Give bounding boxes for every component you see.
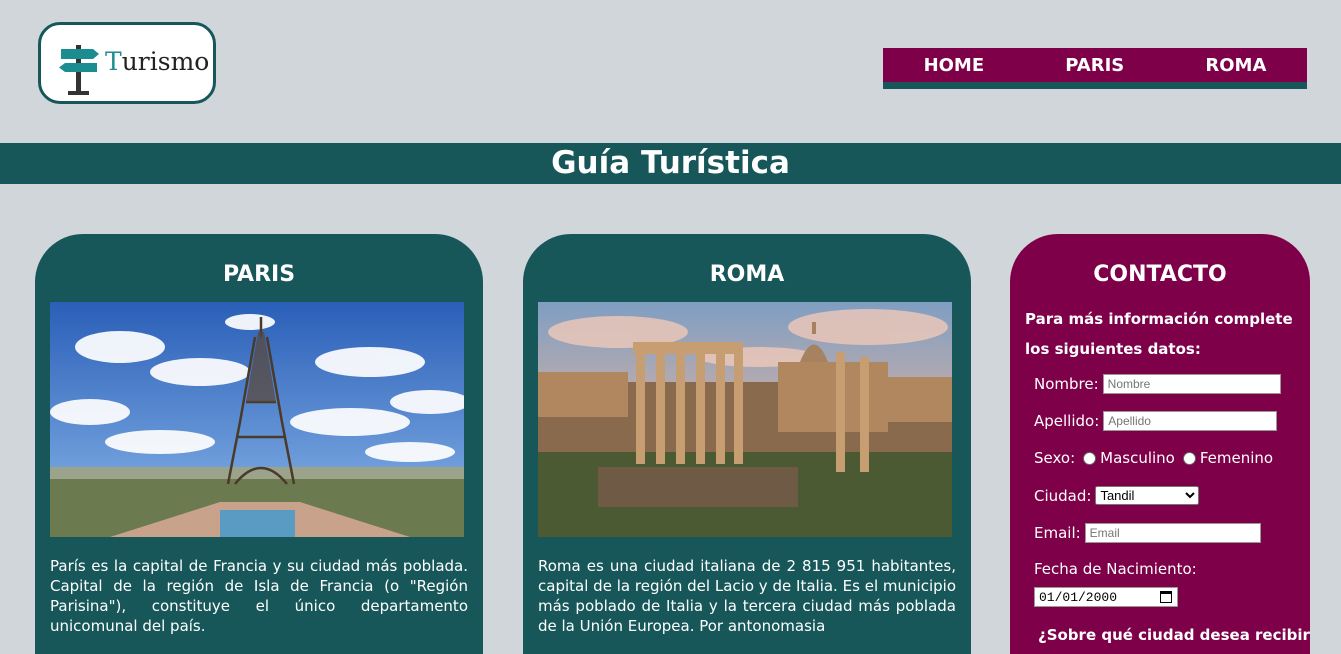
fecha-value: 01/01/2000 [1039,590,1118,605]
logo[interactable]: Turismo [38,22,216,104]
apellido-row: Apellido: [1034,411,1278,431]
paris-photo [50,302,464,537]
nav-home[interactable]: HOME [912,55,997,76]
email-label: Email: [1034,524,1081,542]
roma-title: ROMA [709,262,785,287]
roma-card: ROMA Roma es una ciudad italiana de 2 81… [523,234,971,654]
ciudad-label: Ciudad: [1034,486,1092,505]
main-nav: HOME PARIS ROMA [883,48,1307,89]
email-row: Email: [1034,523,1261,543]
ciudad-interes-label: ¿Sobre qué ciudad desea recibir [1038,626,1310,644]
nombre-row: Nombre: [1034,374,1281,394]
sexo-label: Sexo: [1034,449,1076,467]
calendar-icon[interactable] [1160,591,1172,603]
masculino-label: Masculino [1100,449,1175,467]
contact-intro: Para más información complete los siguie… [1025,310,1293,358]
apellido-input[interactable] [1103,411,1278,431]
nombre-label: Nombre: [1034,375,1099,393]
femenino-label: Femenino [1199,449,1274,467]
ciudad-select[interactable]: Tandil [1095,486,1200,505]
ciudad-row: Ciudad: Tandil [1034,486,1200,505]
femenino-radio[interactable] [1182,451,1196,465]
nav-paris[interactable]: PARIS [1053,55,1136,76]
paris-title: PARIS [222,262,296,287]
page-title: Guía Turística [0,143,1341,184]
sexo-row: Sexo: Masculino Femenino [1034,449,1273,467]
paris-description: París es la capital de Francia y su ciud… [50,557,468,635]
fecha-input[interactable]: 01/01/2000 [1034,587,1178,607]
contact-card: CONTACTO Para más información complete l… [1010,234,1310,654]
apellido-label: Apellido: [1034,412,1100,430]
roma-description: Roma es una ciudad italiana de 2 815 951… [538,557,956,635]
contact-title: CONTACTO [1093,262,1227,287]
nombre-input[interactable] [1102,374,1281,394]
email-input[interactable] [1084,523,1261,543]
paris-card: PARIS París es la capital de Francia y s… [35,234,483,654]
masculino-radio[interactable] [1083,451,1097,465]
signpost-icon [59,45,99,95]
nav-roma[interactable]: ROMA [1193,55,1278,76]
roma-photo [538,302,952,537]
logo-text: Turismo [105,47,210,76]
fecha-label: Fecha de Nacimiento: [1034,560,1197,578]
